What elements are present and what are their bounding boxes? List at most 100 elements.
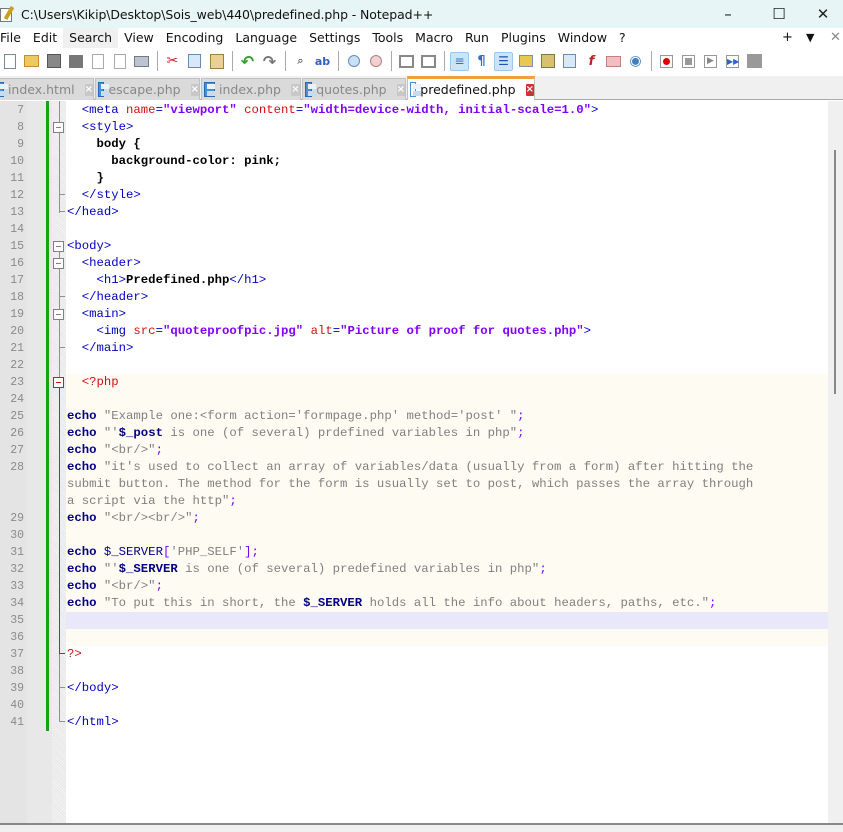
paste-icon[interactable] xyxy=(207,52,226,71)
code-line[interactable]: 41 </html> xyxy=(0,714,828,731)
save-all-icon[interactable] xyxy=(66,52,85,71)
tab-close-icon[interactable]: × xyxy=(396,83,405,96)
code-line[interactable]: 15 <body> xyxy=(0,238,828,255)
close-icon[interactable] xyxy=(88,52,107,71)
code-line[interactable]: 27 echo "<br/>"; xyxy=(0,442,828,459)
menu-view[interactable]: View xyxy=(118,28,160,48)
menu-file[interactable]: File xyxy=(0,28,27,48)
word-wrap-icon[interactable]: ≡ xyxy=(450,51,469,71)
menu-help[interactable]: ? xyxy=(613,28,632,48)
code-line[interactable]: 23 <?php xyxy=(0,374,828,391)
tab-close-icon[interactable]: × xyxy=(290,83,300,96)
play-macro-icon[interactable]: ▶ xyxy=(701,52,720,71)
code-line[interactable]: 11 } xyxy=(0,170,828,187)
code-line[interactable]: 38 xyxy=(0,663,828,680)
menu-plugins[interactable]: Plugins xyxy=(495,28,552,48)
code-line[interactable]: 9 body { xyxy=(0,136,828,153)
tab-escape-php[interactable]: escape.php × xyxy=(95,78,200,100)
new-file-icon[interactable] xyxy=(0,52,19,71)
folder-workspace-icon[interactable] xyxy=(604,52,623,71)
tab-index-html[interactable]: index.html × xyxy=(0,78,94,100)
code-line[interactable]: 28 echo "it's used to collect an array of… xyxy=(0,459,828,476)
code-line[interactable]: 34 echo "To put this in short, the $_SERV… xyxy=(0,595,828,612)
show-all-chars-icon[interactable]: ¶ xyxy=(472,52,491,71)
tab-index-php[interactable]: index.php × xyxy=(201,78,301,100)
code-editor[interactable]: 7 <meta name="viewport" content="width=d… xyxy=(0,101,828,823)
code-line[interactable]: 32 echo "'$_SERVER is one (of several) pr… xyxy=(0,561,828,578)
code-line[interactable]: 16 <header> xyxy=(0,255,828,272)
code-line[interactable]: 7 <meta name="viewport" content="width=d… xyxy=(0,102,828,119)
code-line[interactable]: 19 <main> xyxy=(0,306,828,323)
code-line[interactable]: submit button. The method for the form i… xyxy=(0,476,828,493)
menu-tools[interactable]: Tools xyxy=(366,28,409,48)
indent-guide-icon[interactable]: ☰ xyxy=(494,51,513,71)
monitoring-icon[interactable]: ◉ xyxy=(626,52,645,71)
tab-close-icon[interactable]: × xyxy=(525,83,534,96)
run-macro-multiple-icon[interactable]: ▶▶ xyxy=(723,52,742,71)
find-icon[interactable]: ⌕ xyxy=(291,52,310,71)
code-line[interactable]: 18 </header> xyxy=(0,289,828,306)
menu-encoding[interactable]: Encoding xyxy=(160,28,230,48)
user-lang-icon[interactable] xyxy=(516,52,535,71)
code-line[interactable]: 17 <h1>Predefined.php</h1> xyxy=(0,272,828,289)
scrollbar-thumb[interactable] xyxy=(834,150,836,394)
code-line[interactable]: 33 echo "<br/>"; xyxy=(0,578,828,595)
code-line[interactable]: 13 </head> xyxy=(0,204,828,221)
menu-window[interactable]: Window xyxy=(552,28,613,48)
undo-icon[interactable]: ↶ xyxy=(238,52,257,71)
code-line[interactable]: 22 xyxy=(0,357,828,374)
code-line[interactable]: 40 xyxy=(0,697,828,714)
replace-icon[interactable]: ab xyxy=(313,52,332,71)
cut-icon[interactable]: ✂ xyxy=(163,52,182,71)
code-line[interactable]: a script via the http"; xyxy=(0,493,828,510)
code-line[interactable]: 36 xyxy=(0,629,828,646)
code-line[interactable]: 29 echo "<br/><br/>"; xyxy=(0,510,828,527)
close-all-icon[interactable] xyxy=(110,52,129,71)
menu-edit[interactable]: Edit xyxy=(27,28,63,48)
code-line[interactable]: 39 </body> xyxy=(0,680,828,697)
tab-predefined-php[interactable]: predefined.php × xyxy=(407,76,535,100)
tab-list-dropdown[interactable]: ▼ xyxy=(806,28,814,48)
new-tab-button[interactable]: + xyxy=(782,28,793,48)
sync-horizontal-icon[interactable] xyxy=(419,52,438,71)
tab-quotes-php[interactable]: quotes.php × xyxy=(302,78,406,100)
document-list-icon[interactable] xyxy=(560,52,579,71)
record-macro-icon[interactable] xyxy=(657,52,676,71)
code-line[interactable]: 12 </style> xyxy=(0,187,828,204)
minimize-button[interactable]: – xyxy=(705,0,751,28)
redo-icon[interactable]: ↷ xyxy=(260,52,279,71)
menu-settings[interactable]: Settings xyxy=(303,28,366,48)
zoom-out-icon[interactable] xyxy=(366,52,385,71)
code-line[interactable]: 8 <style> xyxy=(0,119,828,136)
sync-vertical-icon[interactable] xyxy=(397,52,416,71)
code-line[interactable]: 20 <img src="quoteproofpic.jpg" alt="Pic… xyxy=(0,323,828,340)
menu-language[interactable]: Language xyxy=(229,28,303,48)
close-window-button[interactable]: ✕ xyxy=(800,0,843,28)
document-map-icon[interactable] xyxy=(538,52,557,71)
code-line[interactable]: 26 echo "'$_post is one (of several) prde… xyxy=(0,425,828,442)
code-line[interactable]: 14 xyxy=(0,221,828,238)
save-icon[interactable] xyxy=(44,52,63,71)
zoom-in-icon[interactable] xyxy=(344,52,363,71)
close-document-button[interactable]: ✕ xyxy=(830,28,841,48)
open-file-icon[interactable] xyxy=(22,52,41,71)
copy-icon[interactable] xyxy=(185,52,204,71)
code-line[interactable]: 10 background-color: pink; xyxy=(0,153,828,170)
menu-run[interactable]: Run xyxy=(459,28,495,48)
code-line[interactable]: 25 echo "Example one:<form action='formpa… xyxy=(0,408,828,425)
stop-macro-icon[interactable] xyxy=(679,52,698,71)
menu-macro[interactable]: Macro xyxy=(409,28,459,48)
tab-close-icon[interactable]: × xyxy=(190,83,199,96)
vertical-scrollbar[interactable] xyxy=(828,101,843,823)
save-macro-icon[interactable] xyxy=(745,52,764,71)
code-line[interactable]: 37 ?> xyxy=(0,646,828,663)
maximize-button[interactable]: ☐ xyxy=(756,0,802,28)
tab-close-icon[interactable]: × xyxy=(84,83,93,96)
function-list-icon[interactable]: f xyxy=(582,52,601,71)
print-icon[interactable] xyxy=(132,52,151,71)
code-line[interactable]: 24 xyxy=(0,391,828,408)
code-line[interactable]: 21 </main> xyxy=(0,340,828,357)
menu-search[interactable]: Search xyxy=(63,28,119,48)
code-line[interactable]: 30 xyxy=(0,527,828,544)
code-line[interactable]: 31 echo $_SERVER['PHP_SELF']; xyxy=(0,544,828,561)
